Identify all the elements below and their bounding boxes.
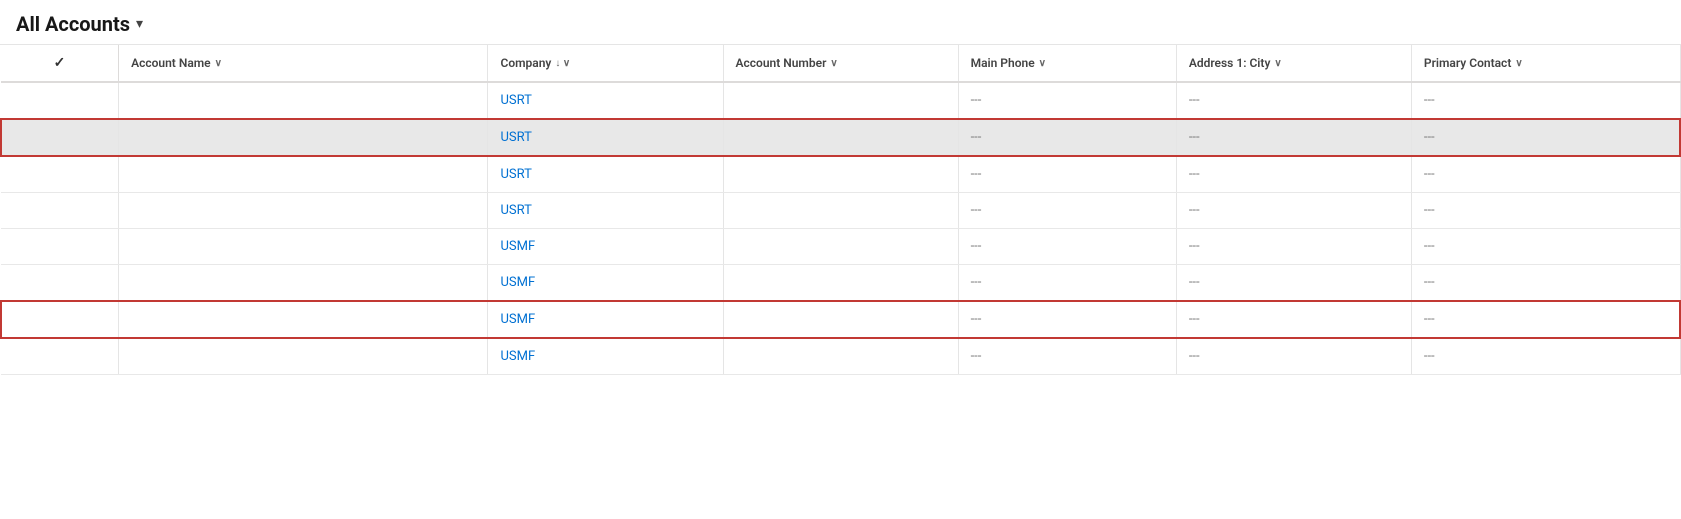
row-primary-contact-cell: --- — [1411, 82, 1680, 119]
main-phone-column-header[interactable]: Main Phone ∨ — [958, 45, 1176, 82]
check-symbol: ✓ — [54, 55, 66, 71]
company-sort-icon: ↓ ∨ — [555, 58, 570, 69]
account-number-sort-icon: ∨ — [830, 58, 837, 69]
row-check-cell[interactable] — [1, 82, 119, 119]
row-account-name-cell[interactable] — [119, 119, 488, 156]
row-account-number-cell — [723, 229, 958, 265]
table-row[interactable]: USRT--------- — [1, 82, 1680, 119]
accounts-table: ✓ Account Name ∨ Company ↓ ∨ Ac — [0, 45, 1681, 375]
primary-contact-sort-icon: ∨ — [1515, 58, 1522, 69]
row-account-number-cell — [723, 193, 958, 229]
row-check-cell[interactable] — [1, 193, 119, 229]
address-city-sort-icon: ∨ — [1274, 58, 1281, 69]
chevron-down-icon[interactable]: ▾ — [136, 16, 143, 32]
row-account-number-cell — [723, 338, 958, 375]
table-row[interactable]: USMF--------- — [1, 229, 1680, 265]
row-company-cell[interactable]: USMF — [488, 265, 723, 302]
row-company-cell[interactable]: USRT — [488, 193, 723, 229]
row-account-number-cell — [723, 119, 958, 156]
table-row[interactable]: USMF--------- — [1, 338, 1680, 375]
row-check-cell[interactable] — [1, 229, 119, 265]
row-main-phone-cell: --- — [958, 119, 1176, 156]
row-address-city-cell: --- — [1176, 156, 1411, 193]
account-number-label: Account Number — [736, 56, 827, 70]
row-address-city-cell: --- — [1176, 229, 1411, 265]
page-header: All Accounts ▾ — [0, 0, 1681, 45]
row-account-number-cell — [723, 82, 958, 119]
account-name-sort-icon: ∨ — [215, 58, 222, 69]
table-row[interactable]: USRT--------- — [1, 119, 1680, 156]
accounts-table-wrapper: ✓ Account Name ∨ Company ↓ ∨ Ac — [0, 45, 1681, 375]
row-check-cell[interactable] — [1, 119, 119, 156]
address-city-label: Address 1: City — [1189, 56, 1271, 70]
row-main-phone-cell: --- — [958, 301, 1176, 338]
account-name-label: Account Name — [131, 56, 211, 70]
row-main-phone-cell: --- — [958, 156, 1176, 193]
table-row[interactable]: USMF--------- — [1, 301, 1680, 338]
account-name-column-header[interactable]: Account Name ∨ — [119, 45, 488, 82]
row-address-city-cell: --- — [1176, 338, 1411, 375]
row-primary-contact-cell: --- — [1411, 193, 1680, 229]
address-city-column-header[interactable]: Address 1: City ∨ — [1176, 45, 1411, 82]
row-company-cell[interactable]: USMF — [488, 229, 723, 265]
row-main-phone-cell: --- — [958, 193, 1176, 229]
row-account-name-cell[interactable] — [119, 193, 488, 229]
company-label: Company — [500, 56, 551, 70]
table-header-row: ✓ Account Name ∨ Company ↓ ∨ Ac — [1, 45, 1680, 82]
row-company-cell[interactable]: USRT — [488, 156, 723, 193]
company-column-header[interactable]: Company ↓ ∨ — [488, 45, 723, 82]
row-company-cell[interactable]: USRT — [488, 82, 723, 119]
row-company-cell[interactable]: USRT — [488, 119, 723, 156]
row-company-cell[interactable]: USMF — [488, 338, 723, 375]
row-account-name-cell[interactable] — [119, 265, 488, 302]
page-title: All Accounts — [16, 12, 130, 36]
row-address-city-cell: --- — [1176, 265, 1411, 302]
row-account-name-cell[interactable] — [119, 301, 488, 338]
row-check-cell[interactable] — [1, 265, 119, 302]
row-primary-contact-cell: --- — [1411, 229, 1680, 265]
row-account-name-cell[interactable] — [119, 156, 488, 193]
row-primary-contact-cell: --- — [1411, 265, 1680, 302]
row-account-number-cell — [723, 301, 958, 338]
row-primary-contact-cell: --- — [1411, 338, 1680, 375]
primary-contact-column-header[interactable]: Primary Contact ∨ — [1411, 45, 1680, 82]
main-phone-sort-icon: ∨ — [1039, 58, 1046, 69]
row-main-phone-cell: --- — [958, 265, 1176, 302]
table-row[interactable]: USRT--------- — [1, 193, 1680, 229]
row-primary-contact-cell: --- — [1411, 119, 1680, 156]
row-address-city-cell: --- — [1176, 119, 1411, 156]
row-account-name-cell[interactable] — [119, 338, 488, 375]
row-main-phone-cell: --- — [958, 338, 1176, 375]
row-address-city-cell: --- — [1176, 193, 1411, 229]
primary-contact-label: Primary Contact — [1424, 56, 1511, 70]
row-address-city-cell: --- — [1176, 301, 1411, 338]
row-check-cell[interactable] — [1, 301, 119, 338]
row-address-city-cell: --- — [1176, 82, 1411, 119]
main-phone-label: Main Phone — [971, 56, 1035, 70]
account-number-column-header[interactable]: Account Number ∨ — [723, 45, 958, 82]
table-row[interactable]: USMF--------- — [1, 265, 1680, 302]
row-company-cell[interactable]: USMF — [488, 301, 723, 338]
row-account-name-cell[interactable] — [119, 229, 488, 265]
row-account-name-cell[interactable] — [119, 82, 488, 119]
row-primary-contact-cell: --- — [1411, 156, 1680, 193]
check-column-header[interactable]: ✓ — [1, 45, 119, 82]
row-main-phone-cell: --- — [958, 82, 1176, 119]
row-account-number-cell — [723, 156, 958, 193]
row-main-phone-cell: --- — [958, 229, 1176, 265]
row-primary-contact-cell: --- — [1411, 301, 1680, 338]
row-account-number-cell — [723, 265, 958, 302]
table-row[interactable]: USRT--------- — [1, 156, 1680, 193]
row-check-cell[interactable] — [1, 156, 119, 193]
row-check-cell[interactable] — [1, 338, 119, 375]
